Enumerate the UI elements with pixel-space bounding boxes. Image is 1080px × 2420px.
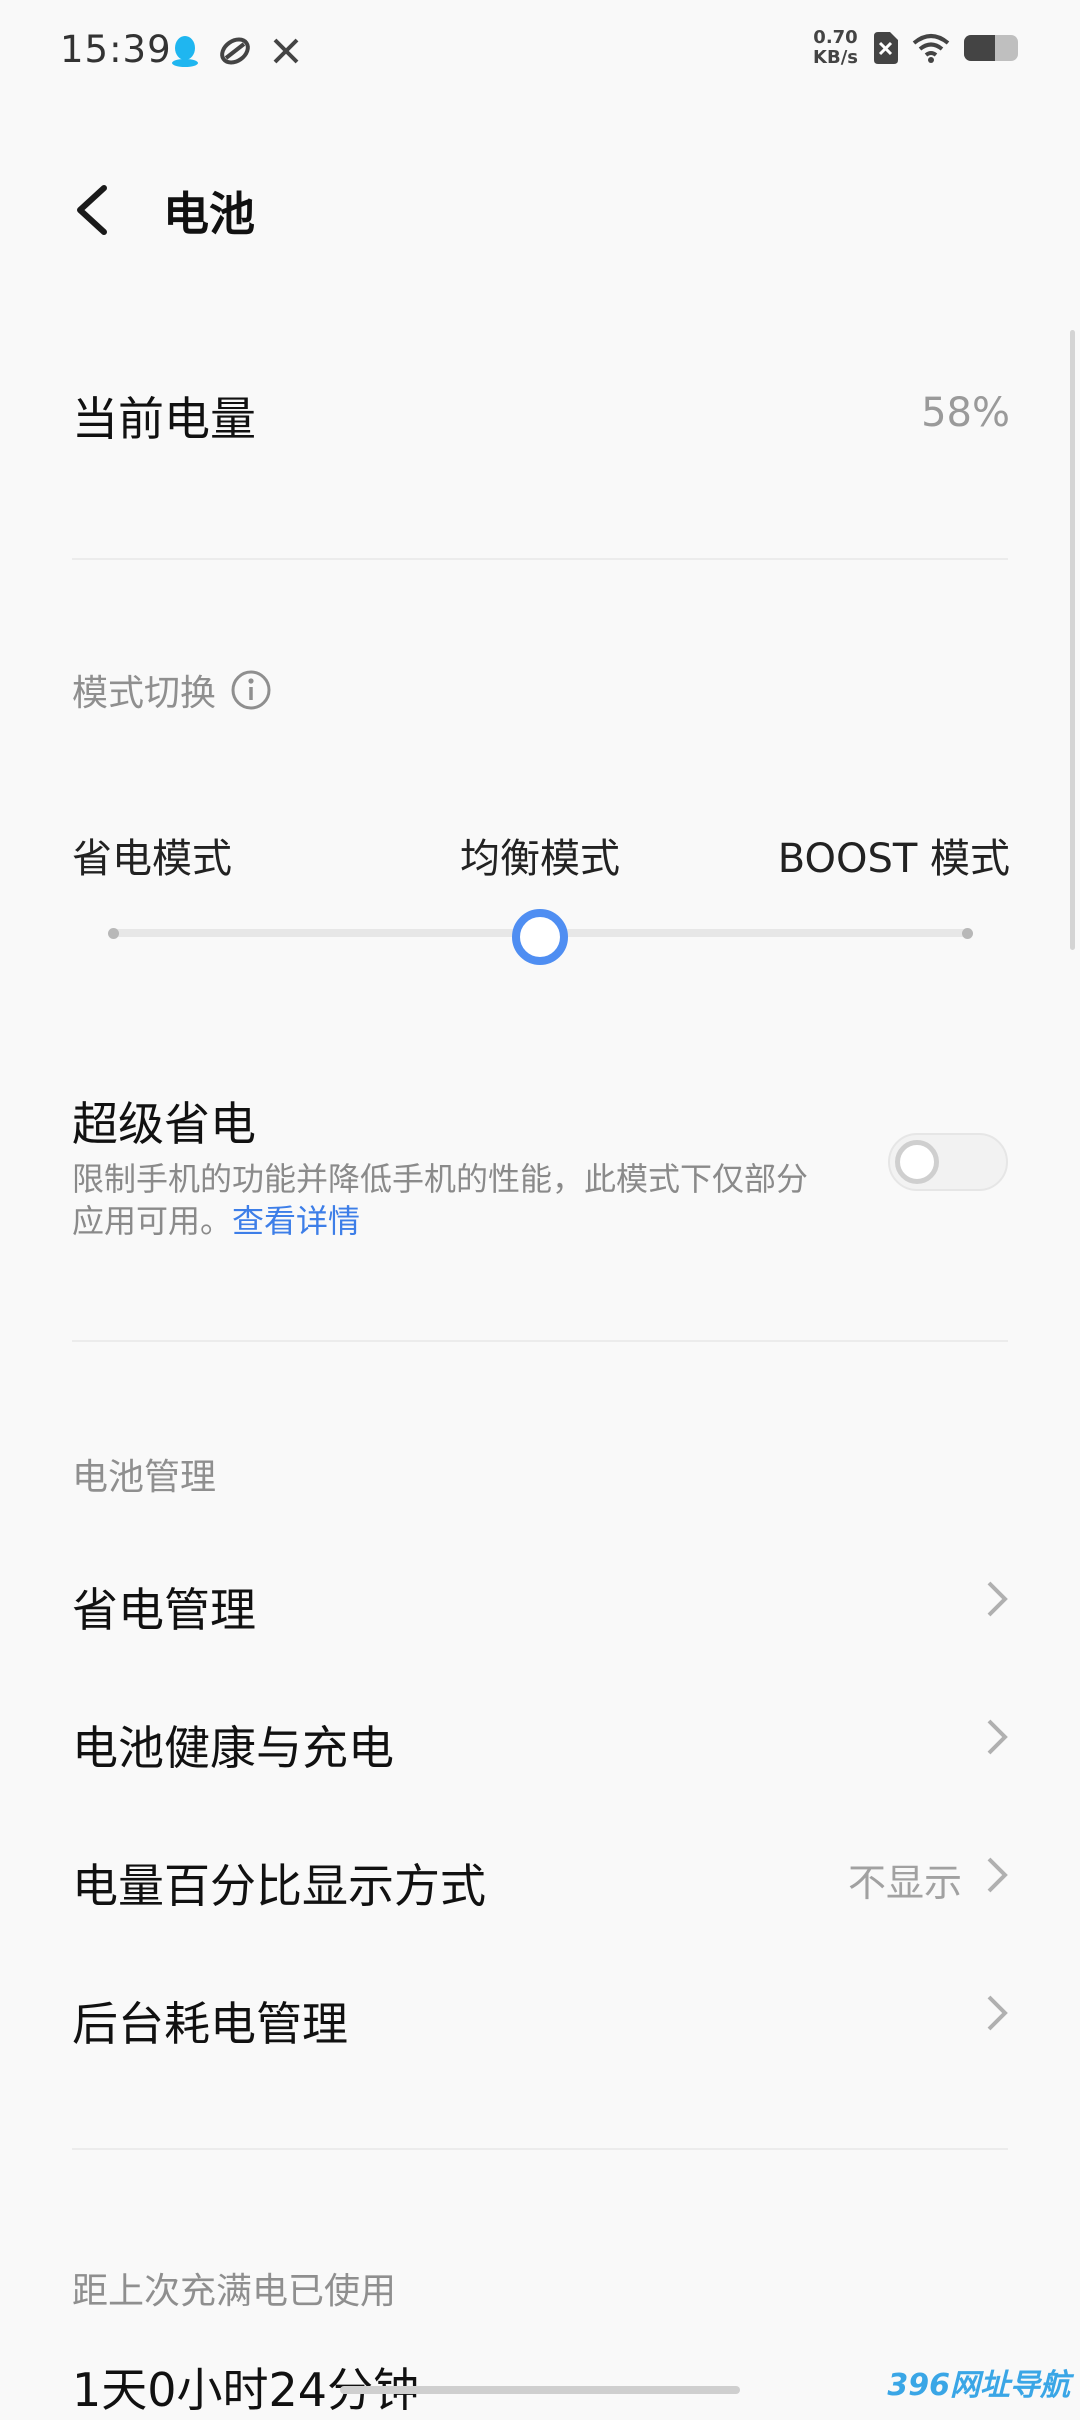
super-saver-desc: 限制手机的功能并降低手机的性能，此模式下仅部分 应用可用。查看详情 [72,1158,852,1242]
percentage-display-value: 不显示 [847,1861,962,1905]
usage-label: 距上次充满电已使用 [72,2271,397,2312]
sync-icon [220,37,250,65]
divider [72,558,1008,560]
chevron-right-icon [987,1719,1008,1755]
wifi-icon [912,34,950,63]
chevron-right-icon [987,1995,1008,2031]
home-indicator[interactable] [340,2386,740,2394]
current-battery-value: 58% [921,390,1010,436]
slider-tick-right [962,928,973,939]
qq-icon [172,36,198,67]
super-saver-desc-line2: 应用可用。 [72,1202,233,1240]
mode-option-balanced[interactable]: 均衡模式 [460,826,620,884]
chevron-right-icon [987,1581,1008,1617]
status-time: 15:39 [60,28,172,71]
net-speed-unit: KB/s [813,47,858,68]
status-left-icons [170,34,302,68]
back-arrow-icon[interactable] [70,180,114,240]
slider-tick-left [108,928,119,939]
mode-option-power-save[interactable]: 省电模式 [72,826,232,884]
menu-item-background-power[interactable]: 后台耗电管理 [72,1988,348,2054]
page-title: 电池 [163,187,255,241]
net-speed-value: 0.70 [813,27,858,48]
chevron-right-icon [987,1857,1008,1893]
battery-icon [964,35,1018,61]
mode-slider-thumb[interactable] [512,909,568,965]
view-details-link[interactable]: 查看详情 [232,1202,360,1240]
mode-switch-header: 模式切换 [72,664,272,716]
info-icon[interactable] [230,669,272,711]
mode-switch-label: 模式切换 [72,673,217,714]
sim-x-icon [874,32,898,64]
net-speed: 0.70 KB/s [813,28,858,68]
status-right-icons: 0.70 KB/s [813,28,1018,68]
divider [72,1340,1008,1342]
menu-item-power-saving-management[interactable]: 省电管理 [72,1574,256,1640]
mode-option-boost[interactable]: BOOST 模式 [778,826,1010,884]
current-battery-label: 当前电量 [72,392,256,446]
battery-management-label: 电池管理 [72,1457,217,1498]
divider [72,2148,1008,2150]
scrollbar[interactable] [1070,330,1075,950]
toggle-knob [895,1140,939,1184]
menu-item-percentage-display[interactable]: 电量百分比显示方式 [72,1850,486,1916]
watermark: 396网址导航 [887,2368,1070,2403]
super-saver-desc-line1: 限制手机的功能并降低手机的性能，此模式下仅部分 [72,1160,809,1198]
super-saver-toggle[interactable] [888,1133,1008,1191]
super-saver-title: 超级省电 [72,1097,256,1151]
menu-item-battery-health-charging[interactable]: 电池健康与充电 [72,1712,394,1778]
tools-icon [273,38,299,64]
